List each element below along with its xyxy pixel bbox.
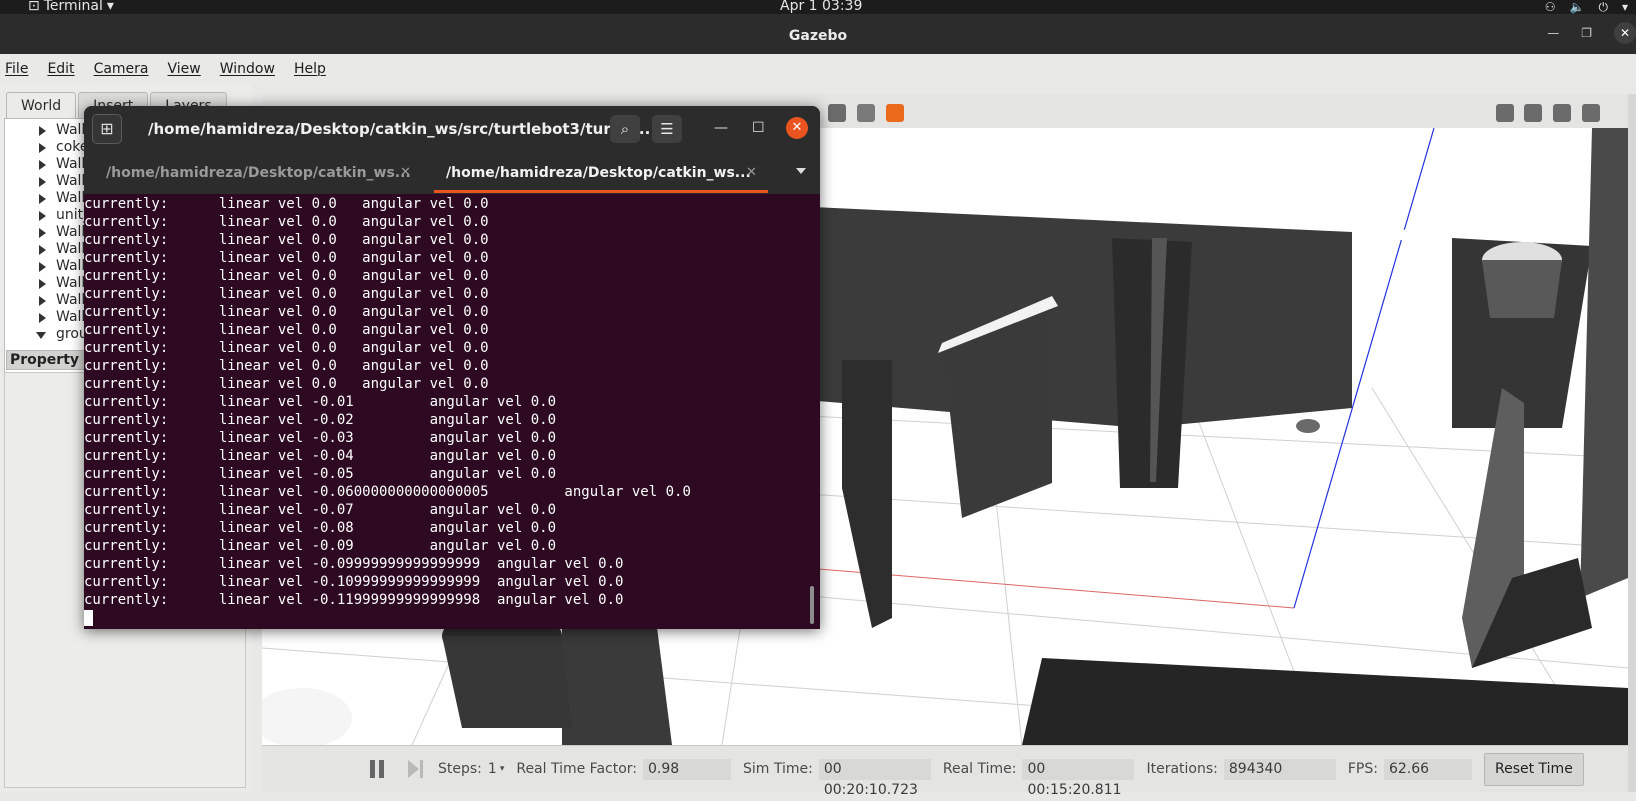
terminal-line: currently: linear vel -0.04 angular vel … [84,448,557,464]
active-tab-indicator [434,190,768,193]
steps-value[interactable]: 1 [488,761,497,777]
volume-icon: 🔈 [1569,0,1585,14]
power-icon: ⏻ [1598,0,1608,14]
terminal-output[interactable]: currently: linear vel 0.0 angular vel 0.… [84,194,820,629]
iterations-label: Iterations: [1146,761,1218,777]
active-app-label: Terminal [43,0,103,14]
tree-item-label: grou [56,326,88,342]
rtf-value: 0.98 [643,758,732,780]
tree-item-label: unit_ [56,207,91,223]
terminal-line: currently: linear vel 0.0 angular vel 0.… [84,286,489,302]
close-tab-icon[interactable]: ✕ [400,152,411,194]
screenshot-icon[interactable] [1496,104,1514,122]
gazebo-title-bar: Gazebo — ❐ ✕ [0,14,1636,54]
terminal-line: currently: linear vel -0.099999999999999… [84,556,624,572]
terminal-line: currently: linear vel -0.03 angular vel … [84,430,557,446]
steps-label: Steps: [438,761,482,777]
terminal-line: currently: linear vel -0.07 angular vel … [84,502,557,518]
right-panel-edge [1628,94,1636,792]
pause-icon[interactable] [370,760,386,778]
network-icon: ⚇ [1544,0,1556,14]
system-tray[interactable]: ⚇ 🔈 ⏻ ▾ [1545,0,1628,14]
terminal-line: currently: linear vel -0.119999999999999… [84,592,624,608]
iterations-value: 894340 [1223,758,1336,780]
search-icon[interactable]: ⌕ [610,115,640,143]
terminal-line: currently: linear vel 0.0 angular vel 0.… [84,268,489,284]
terminal-line: currently: linear vel 0.0 angular vel 0.… [84,232,489,248]
new-tab-button[interactable]: ⊞ [92,114,122,144]
terminal-window: ⊞ /home/hamidreza/Desktop/catkin_ws/src/… [84,106,820,629]
magnet-icon[interactable] [857,104,875,122]
terminal-line: currently: linear vel -0.109999999999999… [84,574,624,590]
terminal-line: currently: linear vel 0.0 angular vel 0.… [84,196,489,212]
view-angle-icon[interactable] [886,104,904,122]
clock[interactable]: Apr 1 03:39 [780,0,862,13]
terminal-scrollbar[interactable] [810,586,814,624]
minimize-icon[interactable]: — [1547,26,1559,44]
video-record-icon[interactable] [1582,104,1600,122]
rtf-label: Real Time Factor: [516,761,638,777]
terminal-line: currently: linear vel 0.0 angular vel 0.… [84,358,489,374]
terminal-title: /home/hamidreza/Desktop/catkin_ws/src/tu… [148,120,651,138]
terminal-line: currently: linear vel -0.01 angular vel … [84,394,557,410]
terminal-header: ⊞ /home/hamidreza/Desktop/catkin_ws/src/… [84,106,820,194]
menu-help[interactable]: Help [294,61,326,77]
terminal-line: currently: linear vel 0.0 angular vel 0.… [84,250,489,266]
terminal-line: currently: linear vel 0.0 angular vel 0.… [84,376,489,392]
terminal-line: currently: linear vel 0.0 angular vel 0.… [84,304,489,320]
minimize-icon[interactable]: — [714,120,728,136]
close-tab-icon[interactable]: ✕ [746,152,757,194]
menu-edit[interactable]: Edit [47,61,74,77]
menu-window[interactable]: Window [220,61,275,77]
terminal-tab-2[interactable]: /home/hamidreza/Desktop/catkin_ws... [446,152,751,194]
maximize-icon[interactable]: ☐ [752,120,765,136]
menu-file[interactable]: File [5,61,28,77]
terminal-tab-1[interactable]: /home/hamidreza/Desktop/catkin_ws... [106,152,411,194]
terminal-line: currently: linear vel 0.0 angular vel 0.… [84,214,489,230]
close-icon[interactable]: ✕ [786,117,808,139]
terminal-line: currently: linear vel -0.060000000000000… [84,484,691,500]
chevron-down-icon[interactable]: ▾ [500,764,505,774]
terminal-lines: currently: linear vel 0.0 angular vel 0.… [84,195,820,609]
terminal-cursor [84,610,93,626]
terminal-line: currently: linear vel -0.05 angular vel … [84,466,557,482]
align-icon[interactable] [828,104,846,122]
sim-time-label: Sim Time: [743,761,813,777]
plot-icon[interactable] [1553,104,1571,122]
real-time-label: Real Time: [942,761,1017,777]
sim-time-value: 00 00:20:10.723 [818,758,931,798]
system-top-bar: ⊡ Terminal ▾ Apr 1 03:39 ⚇ 🔈 ⏻ ▾ [0,0,1636,14]
activities-menu[interactable]: ⊡ Terminal ▾ [28,0,114,13]
chevron-down-icon: ▾ [106,0,114,14]
menu-view[interactable]: View [168,61,201,77]
terminal-line: currently: linear vel -0.08 angular vel … [84,520,557,536]
terminal-app-icon: ⊡ [28,0,40,14]
close-icon[interactable]: ✕ [1614,22,1636,44]
window-controls: — ❐ ✕ [1547,22,1636,44]
step-icon[interactable] [408,760,426,778]
chevron-down-icon: ▾ [1621,0,1628,14]
terminal-line: currently: linear vel 0.0 angular vel 0.… [84,322,489,338]
log-icon[interactable] [1524,104,1542,122]
reset-time-button[interactable]: Reset Time [1483,752,1584,786]
maximize-icon[interactable]: ❐ [1581,26,1592,44]
simulation-status-bar: Steps: 1 ▾ Real Time Factor: 0.98 Sim Ti… [262,745,1628,798]
real-time-value: 00 00:15:20.811 [1022,758,1135,798]
menu-camera[interactable]: Camera [94,61,149,77]
terminal-line: currently: linear vel -0.02 angular vel … [84,412,557,428]
fps-value: 62.66 [1383,758,1472,780]
terminal-line: currently: linear vel 0.0 angular vel 0.… [84,340,489,356]
tab-world[interactable]: World [6,92,77,118]
hamburger-menu-icon[interactable]: ☰ [652,115,682,143]
window-title: Gazebo [788,28,848,44]
gazebo-menu-bar: File Edit Camera View Window Help [0,54,1636,84]
fps-label: FPS: [1347,761,1378,777]
terminal-line: currently: linear vel -0.09 angular vel … [84,538,557,554]
tabs-dropdown-icon[interactable] [796,168,806,174]
tree-item-label: coke [56,139,89,155]
